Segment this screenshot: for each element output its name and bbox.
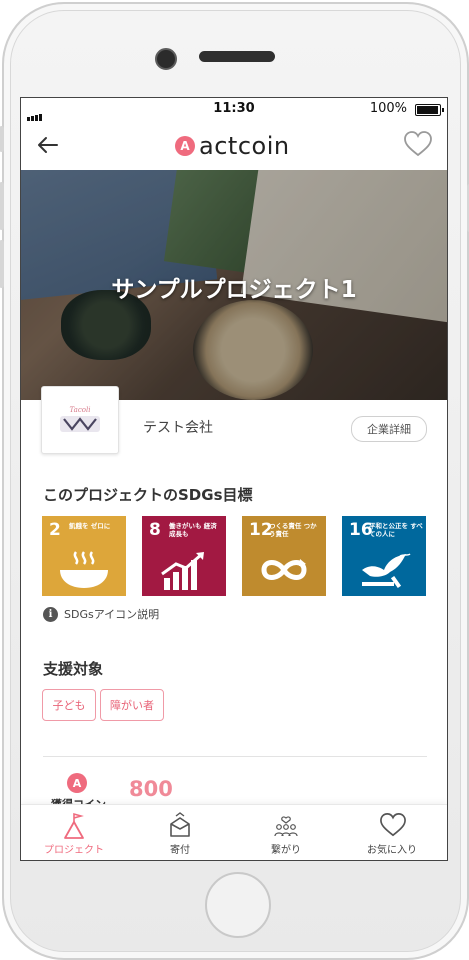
tab-connection[interactable]: 繋がり (233, 805, 339, 860)
tab-project[interactable]: プロジェクト (21, 805, 127, 860)
sdg-label: つくる責任 つかう責任 (269, 522, 317, 538)
sdg-goal-2[interactable]: 2 飢餓を ゼロに (42, 516, 126, 596)
sdg-label: 働きがいも 経済成長も (169, 522, 217, 538)
home-button[interactable] (205, 872, 271, 938)
tab-label: 繋がり (271, 845, 301, 856)
company-detail-button[interactable]: 企業詳細 (351, 416, 427, 442)
app-screen: 11:30 100% A actcoin サンプルプロジェクト1 Tacoli … (20, 97, 448, 861)
sdg-goal-12[interactable]: 12 つくる責任 つかう責任 (242, 516, 326, 596)
back-button[interactable] (35, 132, 61, 158)
project-icon (64, 812, 84, 839)
battery-percent: 100% (369, 101, 407, 116)
sdgs-help-link[interactable]: i SDGsアイコン説明 (43, 606, 159, 622)
volume-down-button (0, 240, 4, 288)
coin-value: 800 (129, 777, 173, 801)
brand-logo: A actcoin (175, 132, 290, 160)
connection-icon (274, 816, 298, 837)
favorite-button[interactable] (403, 130, 433, 158)
tab-favorites[interactable]: お気に入り (339, 805, 445, 860)
battery-icon (415, 104, 444, 116)
sdg-goal-16[interactable]: 16 平和と公正を すべての人に (342, 516, 426, 596)
project-hero-image: サンプルプロジェクト1 (21, 170, 447, 400)
mute-switch (0, 126, 4, 152)
tab-label: お気に入り (367, 845, 417, 856)
company-logo-mark: Tacoli (60, 406, 100, 432)
front-camera (155, 48, 177, 70)
support-tag: 障がい者 (100, 689, 164, 721)
tab-donation[interactable]: 寄付 (127, 805, 233, 860)
project-title: サンプルプロジェクト1 (111, 277, 357, 303)
bowl-icon (60, 551, 108, 588)
company-logo[interactable]: Tacoli (41, 386, 119, 454)
sdg-label: 飢餓を ゼロに (69, 522, 111, 530)
section-divider (43, 756, 427, 757)
brand-badge-icon: A (175, 136, 195, 156)
coin-icon: A (67, 773, 87, 793)
sdg-goal-8[interactable]: 8 働きがいも 経済成長も (142, 516, 226, 596)
heart-outline-icon (404, 131, 432, 157)
bottom-tab-bar: プロジェクト 寄付 繋がり お気に入り (21, 804, 447, 860)
status-bar: 11:30 100% (21, 98, 447, 121)
info-icon: i (43, 606, 58, 622)
sdg-label: 平和と公正を すべての人に (369, 522, 423, 538)
sdg-number: 2 (49, 520, 61, 540)
app-header: A actcoin (21, 120, 447, 170)
support-heading: 支援対象 (43, 660, 104, 678)
support-tag: 子ども (42, 689, 96, 721)
company-name: テスト会社 (143, 420, 213, 436)
volume-up-button (0, 182, 4, 230)
tab-label: プロジェクト (44, 845, 104, 856)
back-arrow-icon (38, 137, 58, 153)
sdg-number: 8 (149, 520, 161, 540)
brand-name: actcoin (199, 132, 290, 160)
sdgs-help-text: SDGsアイコン説明 (64, 608, 160, 621)
sdgs-heading: このプロジェクトのSDGs目標 (43, 486, 253, 504)
infinity-icon (261, 559, 307, 580)
tab-label: 寄付 (170, 845, 190, 856)
heart-icon (380, 813, 406, 837)
company-logo-text: Tacoli (70, 406, 91, 414)
dove-icon (362, 553, 411, 589)
donation-icon (170, 812, 190, 837)
growth-chart-icon (161, 552, 204, 590)
earpiece-speaker (199, 51, 275, 62)
